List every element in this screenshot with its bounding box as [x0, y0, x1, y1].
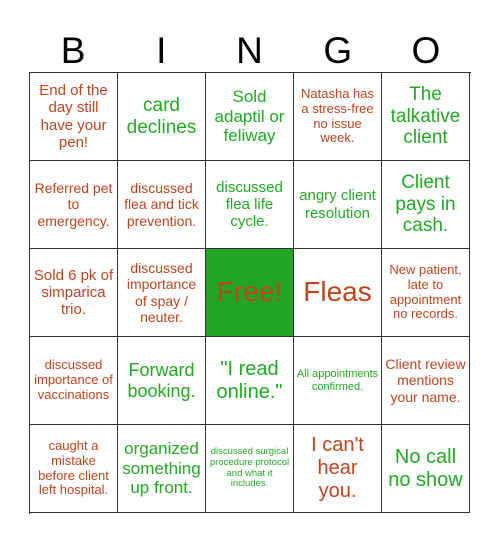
cell-text: caught a mistake before client left hosp…	[38, 437, 109, 498]
bingo-cell[interactable]: Sold adaptil or feliway	[206, 73, 294, 161]
bingo-header: B I N G O	[29, 30, 470, 72]
cell-text: organized something up front.	[122, 439, 201, 498]
cell-text: Sold adaptil or feliway	[214, 87, 285, 146]
bingo-cell[interactable]: Client pays in cash.	[382, 161, 470, 249]
cell-text: Sold 6 pk of simparica trio.	[33, 266, 114, 319]
bingo-cell[interactable]: organized something up front.	[118, 425, 206, 513]
header-letter-g: G	[323, 30, 353, 71]
bingo-cell[interactable]: "I read online."	[206, 337, 294, 425]
bingo-cell[interactable]: discussed importance of spay / neuter.	[118, 249, 206, 337]
cell-text: angry client resolution	[299, 187, 376, 222]
cell-text: Fleas	[303, 276, 372, 308]
cell-text: Free!	[216, 276, 283, 308]
bingo-cell[interactable]: Referred pet to emergency.	[30, 161, 118, 249]
bingo-cell[interactable]: Fleas	[294, 249, 382, 337]
bingo-cell[interactable]: End of the day still have your pen!	[30, 73, 118, 161]
bingo-cell[interactable]: discussed importance of vaccinations	[30, 337, 118, 425]
cell-text: I can't hear you.	[311, 434, 364, 502]
cell-text: Forward booking.	[127, 359, 196, 401]
bingo-cell-free[interactable]: Free!	[206, 249, 294, 337]
bingo-grid: End of the day still have your pen! card…	[29, 72, 471, 514]
cell-text: discussed importance of spay / neuter.	[126, 260, 197, 325]
cell-text: card declines	[126, 94, 197, 138]
header-letter-i: I	[156, 30, 167, 71]
bingo-cell[interactable]: All appointments confirmed.	[294, 337, 382, 425]
header-letter-b: B	[60, 30, 86, 71]
cell-text: discussed surgical procedure protocol an…	[209, 445, 290, 490]
bingo-cell[interactable]: I can't hear you.	[294, 425, 382, 513]
bingo-cell[interactable]: Forward booking.	[118, 337, 206, 425]
header-letter-n: N	[236, 30, 263, 71]
bingo-cell[interactable]: discussed flea and tick prevention.	[118, 161, 206, 249]
cell-text: Client review mentions your name.	[385, 356, 466, 405]
bingo-cell[interactable]: angry client resolution	[294, 161, 382, 249]
bingo-cell[interactable]: Sold 6 pk of simparica trio.	[30, 249, 118, 337]
cell-text: New patient, late to appointment no reco…	[389, 261, 462, 322]
bingo-cell[interactable]: card declines	[118, 73, 206, 161]
bingo-cell[interactable]: New patient, late to appointment no reco…	[382, 249, 470, 337]
cell-text: All appointments confirmed.	[296, 367, 379, 393]
cell-text: discussed importance of vaccinations	[34, 357, 113, 402]
bingo-cell[interactable]: discussed surgical procedure protocol an…	[206, 425, 294, 513]
bingo-cell[interactable]: caught a mistake before client left hosp…	[30, 425, 118, 513]
bingo-cell[interactable]: Natasha has a stress-free no issue week.	[294, 73, 382, 161]
cell-text: No call no show	[388, 445, 463, 491]
cell-text: discussed flea and tick prevention.	[124, 180, 199, 229]
header-letter-o: O	[411, 30, 441, 71]
bingo-cell[interactable]: Client review mentions your name.	[382, 337, 470, 425]
cell-text: The talkative client	[390, 83, 461, 149]
cell-text: End of the day still have your pen!	[39, 82, 108, 151]
bingo-cell[interactable]: No call no show	[382, 425, 470, 513]
cell-text: "I read online."	[216, 357, 283, 403]
cell-text: Client pays in cash.	[395, 171, 456, 237]
cell-text: Natasha has a stress-free no issue week.	[301, 85, 374, 146]
bingo-cell[interactable]: The talkative client	[382, 73, 470, 161]
bingo-cell[interactable]: discussed flea life cycle.	[206, 161, 294, 249]
cell-text: discussed flea life cycle.	[216, 178, 283, 231]
cell-text: Referred pet to emergency.	[34, 180, 113, 229]
